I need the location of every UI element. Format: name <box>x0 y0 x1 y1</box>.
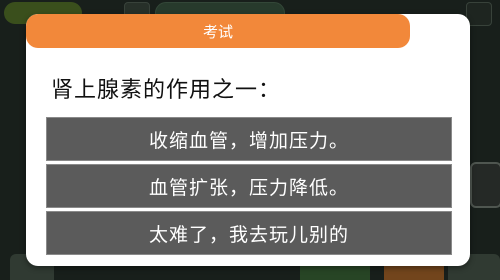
game-screen: 考试 肾上腺素的作用之一： 收缩血管，增加压力。 血管扩张，压力降低。 太难了，… <box>0 0 500 280</box>
answer-option-3[interactable]: 太难了，我去玩儿别的 <box>46 211 452 255</box>
dialog-header: 考试 <box>26 14 410 48</box>
dialog-title: 考试 <box>202 22 233 41</box>
exam-dialog: 考试 肾上腺素的作用之一： 收缩血管，增加压力。 血管扩张，压力降低。 太难了，… <box>26 14 470 266</box>
answer-option-1[interactable]: 收缩血管，增加压力。 <box>46 117 452 161</box>
question-text: 肾上腺素的作用之一： <box>51 78 282 103</box>
answer-option-2[interactable]: 血管扩张，压力降低。 <box>46 164 452 208</box>
